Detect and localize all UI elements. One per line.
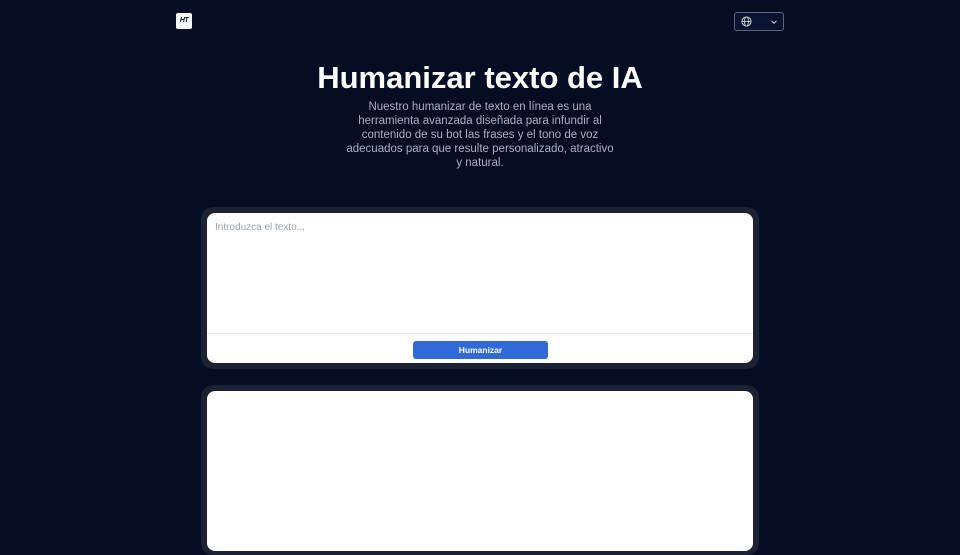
language-selector[interactable] (734, 12, 784, 31)
input-card: Humanizar (207, 213, 753, 363)
page-title: Humanizar texto de IA (317, 60, 643, 95)
globe-icon (741, 16, 752, 27)
divider (207, 333, 753, 334)
header: HT (0, 0, 960, 42)
page-subtitle: Nuestro humanizar de texto en línea es u… (346, 101, 614, 169)
chevron-down-icon (771, 20, 777, 25)
output-panel (201, 385, 759, 555)
input-panel: Humanizar (201, 207, 759, 369)
text-input[interactable] (207, 213, 753, 333)
logo[interactable]: HT (176, 13, 192, 29)
humanize-button[interactable]: Humanizar (413, 341, 548, 359)
output-card[interactable] (207, 391, 753, 551)
